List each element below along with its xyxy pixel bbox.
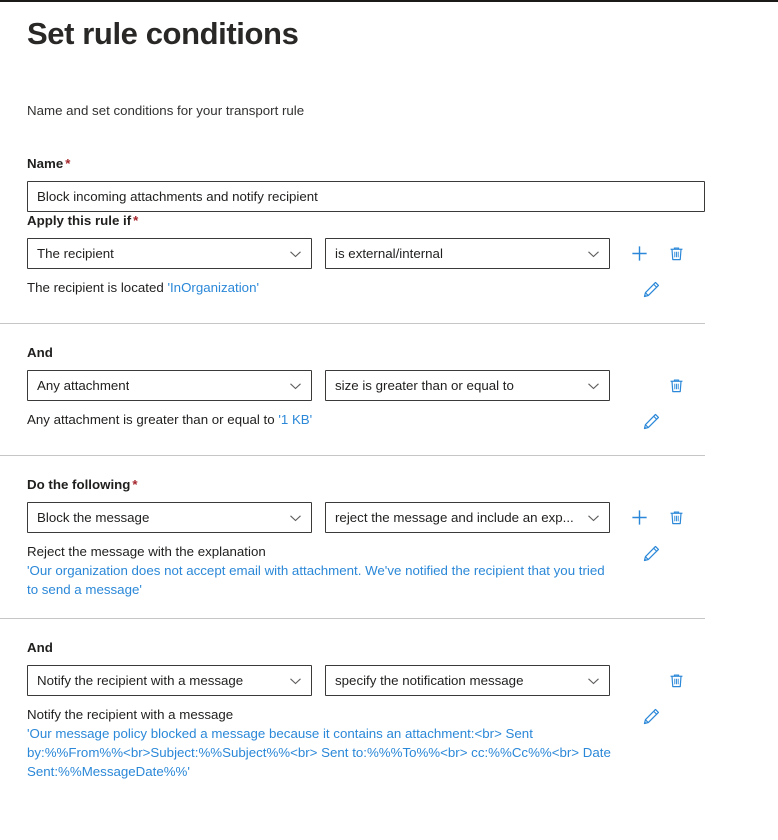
operator-dropdown-value: size is greater than or equal to: [335, 378, 514, 393]
rule-section-4: And Notify the recipient with a message …: [0, 618, 705, 781]
row-actions: [628, 507, 687, 529]
name-label-text: Name: [27, 156, 64, 171]
row-actions: [628, 375, 687, 397]
section-label-text: And: [27, 345, 53, 360]
edit-condition-button[interactable]: [642, 278, 661, 304]
description-second-line: 'Our organization does not accept email …: [27, 563, 605, 597]
chevron-down-icon: [587, 674, 600, 687]
rule-sections: Apply this rule if * The recipient is ext…: [0, 212, 778, 781]
chevron-down-icon: [587, 247, 600, 260]
name-field-block: Name *: [0, 120, 778, 212]
description-prefix: The recipient is located: [27, 280, 168, 295]
description-prefix: Reject the message with the explanation: [27, 544, 266, 559]
plus-icon: [631, 246, 647, 261]
condition-dropdown-value: Any attachment: [37, 378, 130, 393]
operator-dropdown-value: is external/internal: [335, 246, 443, 261]
row-actions: [628, 670, 687, 692]
pencil-icon: [643, 545, 660, 562]
selector-row: Any attachment size is greater than or e…: [27, 370, 705, 401]
chevron-down-icon: [587, 511, 600, 524]
description-value: 'InOrganization': [167, 280, 259, 295]
condition-description: Any attachment is greater than or equal …: [27, 410, 613, 429]
description-second-line: 'Our message policy blocked a message be…: [27, 726, 611, 779]
edit-condition-button[interactable]: [642, 705, 661, 731]
operator-dropdown[interactable]: is external/internal: [325, 238, 610, 269]
page-title: Set rule conditions: [27, 16, 299, 51]
set-rule-conditions-page: Set rule conditions Name and set conditi…: [0, 0, 778, 781]
row-actions: [628, 243, 687, 265]
page-subtitle: Name and set conditions for your transpo…: [27, 103, 305, 118]
section-label-text: And: [27, 640, 53, 655]
operator-dropdown[interactable]: size is greater than or equal to: [325, 370, 610, 401]
add-condition-button[interactable]: [628, 243, 650, 265]
rule-name-input[interactable]: [27, 181, 705, 212]
chevron-down-icon: [289, 247, 302, 260]
condition-dropdown[interactable]: Block the message: [27, 502, 312, 533]
pencil-icon: [643, 281, 660, 298]
add-condition-button[interactable]: [628, 507, 650, 529]
section-label-text: Do the following: [27, 477, 131, 492]
rule-section-1: Apply this rule if * The recipient is ext…: [0, 212, 778, 304]
plus-icon: [631, 510, 647, 525]
condition-dropdown-value: Notify the recipient with a message: [37, 673, 244, 688]
section-label-text: Apply this rule if: [27, 213, 132, 228]
condition-dropdown[interactable]: The recipient: [27, 238, 312, 269]
description-row: Notify the recipient with a message 'Our…: [27, 705, 705, 781]
pencil-icon: [643, 413, 660, 430]
condition-dropdown-value: The recipient: [37, 246, 114, 261]
chevron-down-icon: [289, 674, 302, 687]
condition-description: The recipient is located 'InOrganization…: [27, 278, 613, 297]
selector-row: The recipient is external/internal: [27, 238, 778, 269]
required-asterisk: *: [132, 477, 138, 492]
condition-dropdown[interactable]: Notify the recipient with a message: [27, 665, 312, 696]
description-value: '1 KB': [278, 412, 313, 427]
rule-section-3: Do the following * Block the message reje…: [0, 455, 705, 599]
required-asterisk: *: [65, 156, 71, 171]
section-label: Do the following *: [27, 476, 705, 494]
trash-icon: [670, 511, 682, 525]
chevron-down-icon: [289, 379, 302, 392]
required-asterisk: *: [133, 213, 139, 228]
delete-condition-button[interactable]: [665, 507, 687, 529]
operator-dropdown[interactable]: reject the message and include an exp...: [325, 502, 610, 533]
top-border: [0, 0, 778, 2]
description-prefix: Notify the recipient with a message: [27, 707, 234, 722]
edit-condition-button[interactable]: [642, 542, 661, 568]
pencil-icon: [643, 708, 660, 725]
operator-dropdown[interactable]: specify the notification message: [325, 665, 610, 696]
name-field-label: Name *: [27, 155, 778, 173]
trash-icon: [670, 247, 682, 261]
trash-icon: [670, 674, 682, 688]
condition-dropdown[interactable]: Any attachment: [27, 370, 312, 401]
chevron-down-icon: [289, 511, 302, 524]
rule-section-2: And Any attachment size is greater than …: [0, 323, 705, 436]
selector-row: Notify the recipient with a message spec…: [27, 665, 705, 696]
section-label: And: [27, 344, 705, 362]
description-row: Reject the message with the explanation …: [27, 542, 705, 599]
chevron-down-icon: [587, 379, 600, 392]
trash-icon: [670, 379, 682, 393]
edit-condition-button[interactable]: [642, 410, 661, 436]
delete-condition-button[interactable]: [665, 243, 687, 265]
description-row: Any attachment is greater than or equal …: [27, 410, 705, 436]
section-label: And: [27, 639, 705, 657]
condition-description: Reject the message with the explanation …: [27, 542, 613, 599]
condition-dropdown-value: Block the message: [37, 510, 150, 525]
condition-description: Notify the recipient with a message 'Our…: [27, 705, 613, 781]
description-prefix: Any attachment is greater than or equal …: [27, 412, 279, 427]
delete-condition-button[interactable]: [665, 375, 687, 397]
delete-condition-button[interactable]: [665, 670, 687, 692]
operator-dropdown-value: specify the notification message: [335, 673, 524, 688]
selector-row: Block the message reject the message and…: [27, 502, 705, 533]
section-label: Apply this rule if *: [27, 212, 778, 230]
description-row: The recipient is located 'InOrganization…: [27, 278, 705, 304]
operator-dropdown-value: reject the message and include an exp...: [335, 510, 574, 525]
